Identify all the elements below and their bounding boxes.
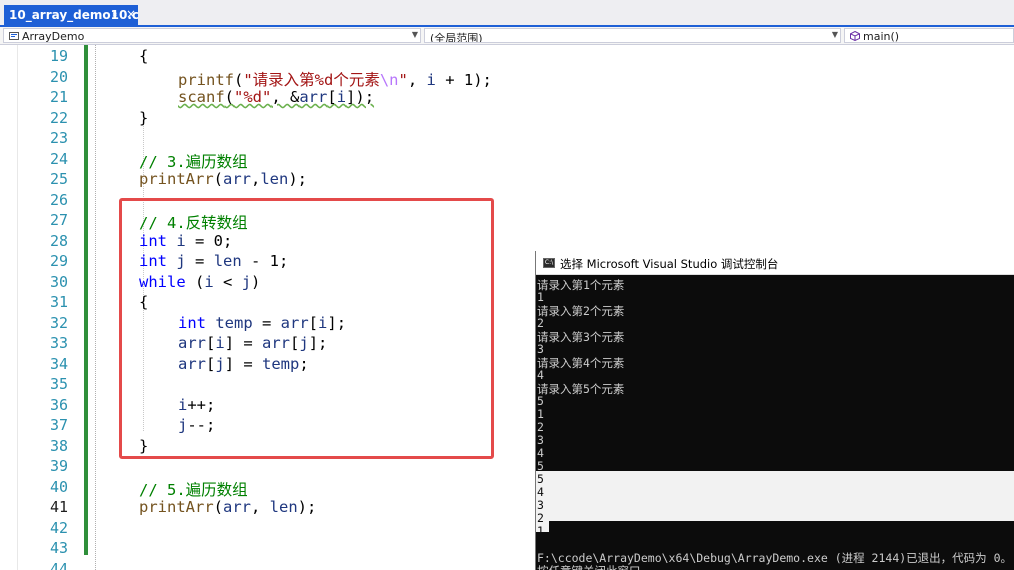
console-line: 2 [537, 420, 544, 434]
selected-output-block [536, 471, 1014, 521]
highlight-annotation-box [119, 198, 494, 459]
console-title: 选择 Microsoft Visual Studio 调试控制台 [560, 257, 779, 271]
line-number: 36 [49, 395, 68, 414]
tab-title: 10_array_demo10.c [9, 8, 140, 22]
line-number: 23 [49, 129, 68, 147]
code-text: scanf("%d", &arr[i]); [178, 88, 375, 106]
pin-icon[interactable]: ⊧ [112, 8, 118, 21]
tab-10-array-demo10[interactable]: 10_array_demo10.c ⊧ × [4, 5, 140, 27]
line-number: 39 [49, 457, 68, 475]
code-line[interactable]: 22} [0, 108, 1014, 129]
line-number: 21 [49, 88, 68, 106]
line-number: 31 [49, 293, 68, 311]
console-line: 4 [537, 485, 544, 499]
console-line: 5 [537, 472, 544, 486]
line-number: 27 [49, 211, 68, 229]
code-line[interactable]: 23 [0, 128, 1014, 149]
line-number: 43 [49, 539, 68, 557]
line-number: 24 [49, 149, 68, 168]
project-dropdown[interactable]: ArrayDemo ▼ [3, 28, 421, 43]
console-app-icon: C:\ [543, 258, 555, 268]
chevron-down-icon: ▼ [831, 30, 838, 39]
console-line: 请录入第5个元素 [537, 382, 625, 396]
console-line: 4 [537, 446, 544, 460]
line-number: 40 [49, 477, 68, 496]
navigation-bar: ArrayDemo ▼ (全局范围) ▼ main() [0, 27, 1014, 45]
code-line[interactable]: 25 printArr(arr,len); [0, 169, 1014, 190]
chevron-down-icon: ▼ [411, 30, 418, 39]
line-number: 30 [49, 272, 68, 291]
line-number: 38 [49, 436, 68, 455]
line-number: 42 [49, 518, 68, 537]
project-label: ArrayDemo [22, 30, 85, 43]
code-text: printArr(arr, len); [139, 498, 317, 516]
line-number: 32 [49, 313, 68, 332]
function-cube-icon [850, 30, 860, 42]
document-tab-strip: 10_array_demo10.c ⊧ × [0, 0, 1014, 27]
console-line: 3 [537, 498, 544, 512]
line-number: 33 [49, 334, 68, 352]
line-number: 22 [49, 108, 68, 127]
line-number: 34 [49, 354, 68, 373]
console-line: 1 [537, 290, 544, 304]
line-number: 35 [49, 375, 68, 393]
console-line: 5 [537, 459, 544, 473]
console-line: 2 [537, 511, 544, 525]
line-number: 25 [49, 170, 68, 188]
console-line: 请录入第1个元素 [537, 278, 625, 292]
function-dropdown[interactable]: main() [844, 28, 1014, 43]
close-icon[interactable]: × [126, 7, 136, 21]
console-line: 按任意键关闭此窗口. . . [537, 563, 675, 570]
console-line: 5 [537, 394, 544, 408]
code-line[interactable]: 19 { [0, 46, 1014, 67]
line-number: 19 [49, 47, 68, 65]
debug-console-window[interactable]: C:\ 选择 Microsoft Visual Studio 调试控制台 请录入… [535, 251, 1014, 570]
console-line: 请录入第4个元素 [537, 356, 625, 370]
code-text: { [139, 47, 149, 65]
line-number: 20 [49, 67, 68, 86]
code-line[interactable]: 24// 3.遍历数组 [0, 149, 1014, 171]
scope-label: (全局范围) [430, 32, 483, 43]
console-line: 4 [537, 368, 544, 382]
line-number: 44 [49, 559, 68, 570]
line-number: 26 [49, 190, 68, 209]
line-number: 28 [49, 231, 68, 250]
visual-studio-window: 10_array_demo10.c ⊧ × ArrayDemo ▼ (全局范围)… [0, 0, 1014, 570]
code-line[interactable]: 20 printf("请录入第%d个元素\n", i + 1); [0, 67, 1014, 89]
console-line: 1 [537, 407, 544, 421]
line-number: 41 [49, 498, 68, 516]
line-number: 37 [49, 416, 68, 434]
scope-dropdown[interactable]: (全局范围) ▼ [424, 28, 841, 43]
console-line: 2 [537, 316, 544, 330]
code-line[interactable]: 21 scanf("%d", &arr[i]); [0, 87, 1014, 108]
code-text: } [139, 108, 149, 127]
console-line: 1 [537, 524, 544, 538]
code-text: printArr(arr,len); [139, 170, 308, 188]
function-label: main() [863, 30, 900, 43]
console-line: 请录入第2个元素 [537, 304, 625, 318]
console-title-bar[interactable]: C:\ 选择 Microsoft Visual Studio 调试控制台 [536, 251, 1014, 275]
console-line: 请录入第3个元素 [537, 330, 625, 344]
project-icon [9, 31, 19, 41]
line-number: 29 [49, 252, 68, 270]
console-line: 3 [537, 342, 544, 356]
console-output[interactable]: 请录入第1个元素 1 请录入第2个元素 2 请录入第3个元素 3 请录入第4个元素 4 请录入第… [536, 275, 1014, 570]
console-line: 3 [537, 433, 544, 447]
